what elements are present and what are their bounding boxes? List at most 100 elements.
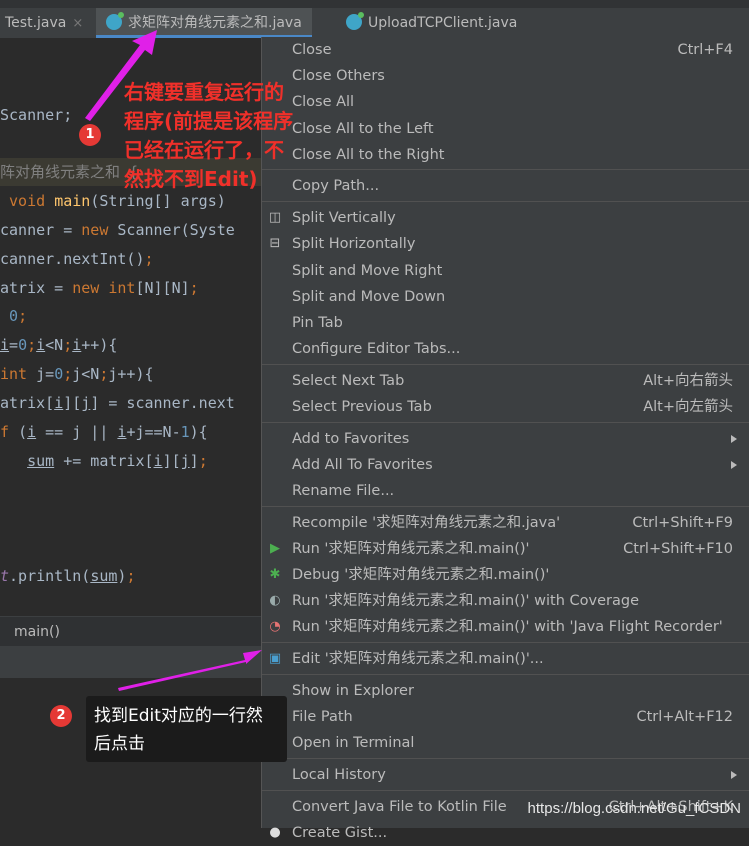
menu-item-label: Add All To Favorites xyxy=(292,456,433,473)
menu-item-show-in-explorer[interactable]: Show in Explorer xyxy=(262,678,749,704)
shortcut: Alt+向右箭头 xyxy=(643,372,733,389)
menu-item-label: Close All xyxy=(292,94,355,111)
menu-item-label: Run '求矩阵对角线元素之和.main()' with Coverage xyxy=(292,593,639,610)
menu-item-edit-main[interactable]: ▣ Edit '求矩阵对角线元素之和.main()'... xyxy=(262,646,749,672)
split-horizontal-icon: ⊟ xyxy=(269,236,281,252)
menu-item-label: Debug '求矩阵对角线元素之和.main()' xyxy=(292,567,550,584)
menu-item-debug-main[interactable]: ✱ Debug '求矩阵对角线元素之和.main()' xyxy=(262,562,749,588)
edit-configuration-icon: ▣ xyxy=(268,651,282,667)
menu-item-split-horizontally[interactable]: ⊟ Split Horizontally xyxy=(262,231,749,257)
code-line: int j=0;j<N;j++){ xyxy=(0,360,262,388)
code-token: ; xyxy=(27,336,37,354)
menu-item-rename-file[interactable]: Rename File... xyxy=(262,478,749,504)
code-token: .println( xyxy=(9,567,91,585)
java-class-icon xyxy=(106,12,124,30)
code-token: (String[] args) xyxy=(90,192,226,210)
code-token: [N][N] xyxy=(135,279,190,297)
menu-item-label: Run '求矩阵对角线元素之和.main()' xyxy=(292,540,530,557)
menu-item-close-all-to-the-right[interactable]: Close All to the Right xyxy=(262,142,749,168)
code-token: = xyxy=(9,336,19,354)
tab-label: UploadTCPClient.java xyxy=(368,15,518,31)
menu-item-label: Recompile '求矩阵对角线元素之和.java' xyxy=(292,514,561,531)
shortcut: Ctrl+Alt+F12 xyxy=(636,709,733,725)
close-icon[interactable]: × xyxy=(72,16,83,31)
menu-item-label: Split and Move Down xyxy=(292,288,446,305)
code-token: ][ xyxy=(63,394,82,412)
shortcut: Ctrl+F4 xyxy=(677,42,733,58)
code-token: f xyxy=(0,423,19,441)
code-token: ] = scanner.next xyxy=(90,394,235,412)
code-token: Scanner(Syste xyxy=(117,221,235,239)
run-icon: ▶ xyxy=(270,540,280,556)
code-token: ( xyxy=(18,423,28,441)
code-token: ; xyxy=(198,452,208,470)
menu-item-split-and-move-right[interactable]: Split and Move Right xyxy=(262,258,749,284)
menu-item-split-vertically[interactable]: ◫ Split Vertically xyxy=(262,205,749,231)
step-badge-2: 2 xyxy=(50,705,72,727)
menu-item-file-path[interactable]: File Path Ctrl+Alt+F12 xyxy=(262,704,749,730)
code-token: 0 xyxy=(18,336,28,354)
menu-item-open-in-terminal[interactable]: ▭Open in Terminal xyxy=(262,730,749,756)
menu-item-run-main[interactable]: ▶ Run '求矩阵对角线元素之和.main()' Ctrl+Shift+F10 xyxy=(262,536,749,562)
menu-item-pin-tab[interactable]: Pin Tab xyxy=(262,310,749,336)
submenu-arrow-icon xyxy=(731,434,737,443)
breadcrumb[interactable]: main() xyxy=(0,616,262,646)
menu-item-configure-editor-tabs[interactable]: Configure Editor Tabs... xyxy=(262,336,749,362)
code-line: sum += matrix[i][j]; xyxy=(0,447,262,475)
code-line: t.println(sum); xyxy=(0,562,262,590)
menu-item-create-gist[interactable]: ● Create Gist... xyxy=(262,820,749,846)
coverage-icon: ◐ xyxy=(269,593,281,609)
menu-item-close-all-to-the-left[interactable]: Close All to the Left xyxy=(262,116,749,142)
menu-item-select-next-tab[interactable]: Select Next Tab Alt+向右箭头 xyxy=(262,368,749,394)
menu-item-label: Show in Explorer xyxy=(292,682,414,699)
code-token: j= xyxy=(36,365,55,383)
menu-item-close[interactable]: Close Ctrl+F4 xyxy=(262,37,749,63)
annotation-1: 右键要重复运行的程序(前提是该程序已经在运行了，不然找不到Edit) xyxy=(124,80,294,191)
code-token: i xyxy=(72,336,82,354)
menu-item-add-to-favorites[interactable]: Add to Favorites xyxy=(262,426,749,452)
menu-item-label: Add to Favorites xyxy=(292,430,410,447)
menu-item-label: Copy Path... xyxy=(292,178,380,195)
menu-item-local-history[interactable]: Local History xyxy=(262,762,749,788)
code-line: f (i == j || i+j==N-1){ xyxy=(0,418,262,446)
tab-upload-client[interactable]: UploadTCPClient.java xyxy=(346,8,517,38)
menu-item-close-others[interactable]: Close Others xyxy=(262,63,749,89)
code-token: += matrix[ xyxy=(54,452,154,470)
split-vertical-icon: ◫ xyxy=(268,210,282,226)
code-token: 阵对角线元素之和 { xyxy=(0,163,139,181)
shortcut: Alt+向左箭头 xyxy=(643,398,733,415)
tab-label: Test.java xyxy=(5,15,67,31)
code-token: t xyxy=(0,567,10,585)
menu-item-close-all[interactable]: Close All xyxy=(262,89,749,115)
breadcrumb-item[interactable]: main() xyxy=(14,624,60,640)
submenu-arrow-icon xyxy=(731,460,737,469)
code-token: j++){ xyxy=(108,365,154,383)
menu-item-add-all-to-favorites[interactable]: Add All To Favorites xyxy=(262,452,749,478)
menu-item-split-and-move-down[interactable]: Split and Move Down xyxy=(262,284,749,310)
menu-item-label: Split Vertically xyxy=(292,210,396,227)
menu-item-label: Local History xyxy=(292,766,386,783)
menu-item-recompile-java[interactable]: Recompile '求矩阵对角线元素之和.java' Ctrl+Shift+F9 xyxy=(262,510,749,536)
step-badge-1: 1 xyxy=(79,124,101,146)
code-token: ; xyxy=(189,279,199,297)
tab-active-file[interactable]: 求矩阵对角线元素之和.java xyxy=(96,8,312,38)
menu-item-copy-path[interactable]: Copy Path... xyxy=(262,173,749,199)
code-line: atrix = new int[N][N]; xyxy=(0,274,262,302)
code-line: i=0;i<N;i++){ xyxy=(0,331,262,359)
code-token: ][ xyxy=(162,452,181,470)
code-line: canner = new Scanner(Syste xyxy=(0,216,262,244)
menu-item-select-previous-tab[interactable]: Select Previous Tab Alt+向左箭头 xyxy=(262,394,749,420)
menu-item-label: Split Horizontally xyxy=(292,236,416,253)
code-token: ){ xyxy=(189,423,208,441)
menu-item-label: Rename File... xyxy=(292,483,395,499)
code-token: sum xyxy=(27,452,55,470)
code-token: ; xyxy=(63,365,73,383)
tab-test-java[interactable]: Test.java × xyxy=(5,8,83,38)
menu-item-run-main-with-java-flight-recorder[interactable]: ◔ Run '求矩阵对角线元素之和.main()' with 'Java Flig… xyxy=(262,614,749,640)
watermark: https://blog.csdn.net/Gu_fCSDN xyxy=(527,800,741,817)
code-token: == j || xyxy=(36,423,118,441)
code-token: ; xyxy=(18,307,28,325)
menu-item-run-main-with-coverage[interactable]: ◐ Run '求矩阵对角线元素之和.main()' with Coverage xyxy=(262,588,749,614)
code-token: new xyxy=(81,221,118,239)
